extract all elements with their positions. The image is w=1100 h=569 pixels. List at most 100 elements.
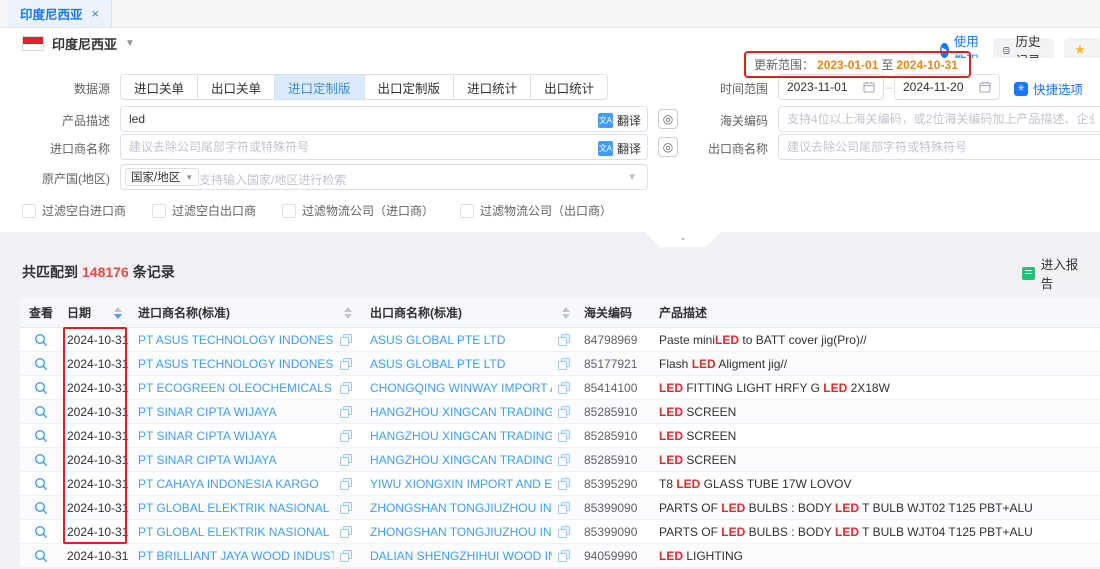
- top-tab-bar: 印度尼西亚 ×: [0, 0, 1100, 28]
- date-to-input[interactable]: 2024-11-20: [894, 74, 1000, 100]
- importer-link[interactable]: PT ASUS TECHNOLOGY INDONESIA BA...: [138, 333, 334, 347]
- sort-icon-importer[interactable]: [344, 307, 352, 319]
- tab-label: 印度尼西亚: [20, 4, 83, 23]
- product-description-cell: T8 LED GLASS TUBE 17W LOVOV: [653, 477, 1100, 491]
- exporter-link[interactable]: YIWU XIONGXIN IMPORT AND EXPORT...: [370, 477, 552, 491]
- tab-import-declaration[interactable]: 进口关单: [120, 74, 198, 100]
- copy-icon[interactable]: [340, 430, 352, 442]
- view-magnifier-icon[interactable]: [34, 381, 48, 395]
- view-magnifier-icon[interactable]: [34, 333, 48, 347]
- origin-country-label: 原产国(地区): [0, 170, 110, 187]
- exporter-link[interactable]: ZHONGSHAN TONGJIUZHOU INTERNA...: [370, 501, 552, 515]
- tab-export-statistics[interactable]: 出口统计: [530, 74, 608, 100]
- importer-link[interactable]: PT GLOBAL ELEKTRIK NASIONAL: [138, 501, 334, 515]
- copy-icon[interactable]: [558, 478, 570, 490]
- tab-export-custom[interactable]: 出口定制版: [364, 74, 455, 100]
- hs-code-input[interactable]: [779, 107, 1100, 131]
- date-from-input[interactable]: 2023-11-01: [778, 74, 884, 100]
- view-magnifier-icon[interactable]: [34, 549, 48, 563]
- copy-icon[interactable]: [558, 502, 570, 514]
- table-row: 2024-10-31PT ASUS TECHNOLOGY INDONESIA B…: [20, 352, 1100, 376]
- copy-icon[interactable]: [340, 334, 352, 346]
- checkbox-filter-logistics-exporter[interactable]: 过滤物流公司（出口商）: [460, 202, 612, 219]
- copy-icon[interactable]: [558, 358, 570, 370]
- view-magnifier-icon[interactable]: [34, 453, 48, 467]
- copy-icon[interactable]: [558, 454, 570, 466]
- tab-import-custom[interactable]: 进口定制版: [274, 74, 365, 100]
- view-magnifier-icon[interactable]: [34, 525, 48, 539]
- checkbox-filter-blank-importer[interactable]: 过滤空白进口商: [22, 202, 126, 219]
- checkbox-filter-blank-exporter[interactable]: 过滤空白出口商: [152, 202, 256, 219]
- importer-link[interactable]: PT ASUS TECHNOLOGY INDONESIA BA...: [138, 357, 334, 371]
- hs-code-cell: 85285910: [578, 453, 653, 467]
- tab-indonesia[interactable]: 印度尼西亚 ×: [8, 0, 112, 27]
- importer-input[interactable]: [121, 135, 647, 159]
- exporter-link[interactable]: HANGZHOU XINGCAN TRADING CO LTD: [370, 405, 552, 419]
- view-cell: [20, 357, 62, 371]
- tab-close-icon[interactable]: ×: [92, 6, 100, 21]
- exporter-field: [778, 134, 1100, 160]
- table-row: 2024-10-31PT ECOGREEN OLEOCHEMICALSCHONG…: [20, 376, 1100, 400]
- origin-type-select[interactable]: 国家/地区 ▼: [125, 168, 199, 186]
- importer-link[interactable]: PT SINAR CIPTA WIJAYA: [138, 405, 334, 419]
- copy-icon[interactable]: [340, 358, 352, 370]
- translate-button[interactable]: 文A 翻译: [598, 140, 641, 157]
- copy-icon[interactable]: [340, 526, 352, 538]
- exporter-link[interactable]: CHONGQING WINWAY IMPORT AND E...: [370, 381, 552, 395]
- copy-icon[interactable]: [558, 382, 570, 394]
- header-exporter[interactable]: 出口商名称(标准): [360, 304, 578, 321]
- copy-icon[interactable]: [558, 334, 570, 346]
- importer-link[interactable]: PT GLOBAL ELEKTRIK NASIONAL: [138, 525, 334, 539]
- copy-icon[interactable]: [340, 478, 352, 490]
- exporter-link[interactable]: ASUS GLOBAL PTE LTD: [370, 333, 552, 347]
- product-desc-input[interactable]: [121, 107, 647, 131]
- importer-link[interactable]: PT BRILLIANT JAYA WOOD INDUSTRY: [138, 549, 334, 563]
- view-magnifier-icon[interactable]: [34, 501, 48, 515]
- header-importer[interactable]: 进口商名称(标准): [128, 304, 360, 321]
- copy-icon[interactable]: [340, 406, 352, 418]
- collapse-filter-button[interactable]: ⌄: [645, 232, 721, 247]
- translate-button[interactable]: 文A 翻译: [598, 112, 641, 129]
- exporter-link[interactable]: ZHONGSHAN TONGJIUZHOU INTERNA...: [370, 525, 552, 539]
- view-magnifier-icon[interactable]: [34, 429, 48, 443]
- header-date[interactable]: 日期: [62, 304, 128, 321]
- copy-icon[interactable]: [340, 550, 352, 562]
- importer-link[interactable]: PT CAHAYA INDONESIA KARGO: [138, 477, 334, 491]
- exporter-link[interactable]: DALIAN SHENGZHIHUI WOOD INDUST...: [370, 549, 552, 563]
- importer-link[interactable]: PT SINAR CIPTA WIJAYA: [138, 429, 334, 443]
- origin-country-field[interactable]: 国家/地区 ▼ 支持输入国家/地区进行检索 ▼: [120, 164, 648, 190]
- sort-icon-exporter[interactable]: [562, 307, 570, 319]
- copy-icon[interactable]: [558, 430, 570, 442]
- product-description-cell: LED SCREEN: [653, 405, 1100, 419]
- exporter-cell: HANGZHOU XINGCAN TRADING CO LTD: [360, 453, 578, 467]
- quick-options-button[interactable]: ✳ 快捷选项: [1014, 79, 1083, 98]
- view-magnifier-icon[interactable]: [34, 477, 48, 491]
- enter-report-button[interactable]: 进入报告: [1012, 260, 1100, 286]
- checkbox-filter-logistics-importer[interactable]: 过滤物流公司（进口商）: [282, 202, 434, 219]
- sort-icon-date[interactable]: [114, 307, 122, 319]
- copy-icon[interactable]: [340, 382, 352, 394]
- importer-link[interactable]: PT ECOGREEN OLEOCHEMICALS: [138, 381, 334, 395]
- view-magnifier-icon[interactable]: [34, 405, 48, 419]
- importer-link[interactable]: PT SINAR CIPTA WIJAYA: [138, 453, 334, 467]
- product-desc-field: 文A 翻译: [120, 106, 648, 132]
- tab-export-declaration[interactable]: 出口关单: [197, 74, 275, 100]
- view-cell: [20, 429, 62, 443]
- country-selector[interactable]: 印度尼西亚 ▼: [22, 34, 135, 53]
- copy-icon[interactable]: [558, 526, 570, 538]
- copy-icon[interactable]: [558, 550, 570, 562]
- view-magnifier-icon[interactable]: [34, 357, 48, 371]
- exporter-link[interactable]: HANGZHOU XINGCAN TRADING CO LTD: [370, 429, 552, 443]
- exporter-link[interactable]: ASUS GLOBAL PTE LTD: [370, 357, 552, 371]
- importer-cell: PT GLOBAL ELEKTRIK NASIONAL: [128, 501, 360, 515]
- view-cell: [20, 477, 62, 491]
- date-cell: 2024-10-31: [62, 429, 128, 443]
- record-count: 共匹配到148176条记录: [22, 262, 175, 282]
- exporter-input[interactable]: [779, 135, 1100, 159]
- page-header: 印度尼西亚 ▼ ▶ 使用教程 历史记录 ★: [0, 28, 1100, 58]
- copy-icon[interactable]: [340, 454, 352, 466]
- copy-icon[interactable]: [558, 406, 570, 418]
- exporter-link[interactable]: HANGZHOU XINGCAN TRADING CO LTD: [370, 453, 552, 467]
- copy-icon[interactable]: [340, 502, 352, 514]
- tab-import-statistics[interactable]: 进口统计: [453, 74, 531, 100]
